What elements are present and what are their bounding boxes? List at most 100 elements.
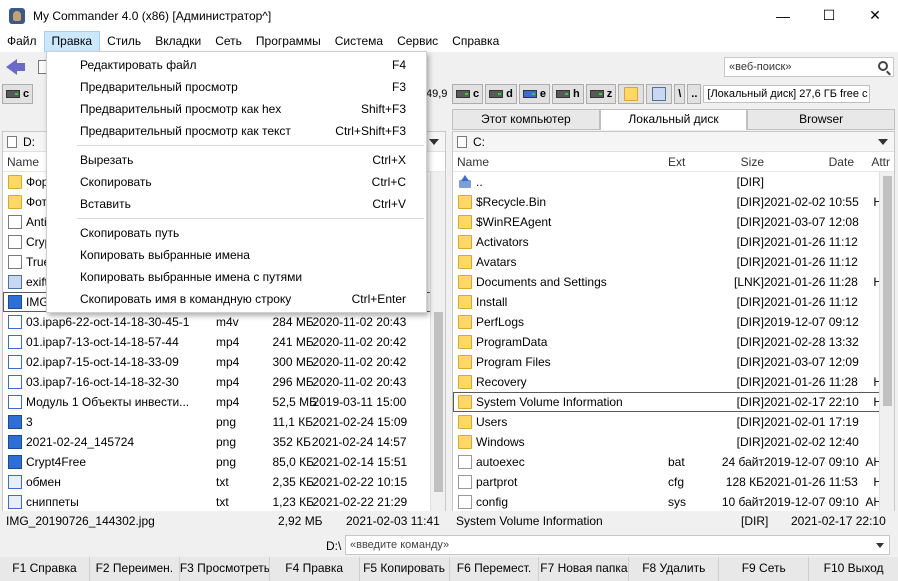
f2-rename-button[interactable]: F2 Переимен. — [89, 557, 179, 581]
column-attr[interactable]: Attr — [854, 155, 894, 169]
f10-exit-button[interactable]: F10 Выход — [809, 557, 898, 581]
folder-icon — [458, 375, 472, 389]
menu-help[interactable]: Справка — [445, 31, 506, 52]
f9-network-button[interactable]: F9 Сеть — [719, 557, 809, 581]
right-scrollbar[interactable] — [879, 172, 894, 512]
parent-button[interactable]: .. — [687, 84, 702, 104]
table-row[interactable]: $Recycle.Bin[DIR]2021-02-02 10:55HS — [453, 192, 894, 212]
menu-tabs[interactable]: Вкладки — [148, 31, 208, 52]
menu-item-paste[interactable]: Вставить Ctrl+V — [47, 193, 426, 215]
menu-item-copy[interactable]: Скопировать Ctrl+C — [47, 171, 426, 193]
menu-item-copy-path[interactable]: Скопировать путь — [47, 222, 426, 244]
menu-item-preview-hex[interactable]: Предварительный просмотр как hex Shift+F3 — [47, 98, 426, 120]
tab-browser[interactable]: Browser — [747, 109, 896, 130]
network-button[interactable] — [646, 84, 673, 104]
menu-style[interactable]: Стиль — [100, 31, 148, 52]
table-row[interactable]: 02.ipap7-15-oct-14-18-33-09 mp4 300 МБ 2020… — [3, 352, 445, 372]
table-row[interactable]: Documents and Settings [LNK] 2021-01-26 11… — [453, 272, 894, 292]
table-row[interactable]: 2021-02-24_145724 png 352 КБ 2021-02-24 14:… — [3, 432, 445, 452]
scrollbar-thumb[interactable] — [434, 312, 443, 492]
back-arrow-icon[interactable] — [6, 58, 26, 76]
f5-copy-button[interactable]: F5 Копировать — [359, 557, 449, 581]
table-row[interactable]: сниппетыtxt1,23 КБ2021-02-22 21:29A — [3, 492, 445, 512]
column-name[interactable]: Name — [3, 155, 39, 169]
minimize-button[interactable]: — — [760, 0, 806, 31]
table-row[interactable]: Program Files[DIR]2021-03-07 12:09R — [453, 352, 894, 372]
table-row[interactable]: config sys 10 байт 2019-12-07 09:10 AHS — [453, 492, 894, 512]
column-name[interactable]: Name — [453, 155, 668, 169]
column-size[interactable]: Size — [704, 155, 764, 169]
table-row[interactable]: $WinREAgent[DIR]2021-03-07 12:08H — [453, 212, 894, 232]
f4-edit-button[interactable]: F4 Правка — [269, 557, 359, 581]
menu-network[interactable]: Сеть — [208, 31, 249, 52]
root-button[interactable]: \ — [674, 84, 686, 104]
table-row-selected[interactable]: System Volume Information [DIR] 2021-02-17… — [453, 392, 894, 412]
table-row[interactable]: Recovery[DIR]2021-01-26 11:28HS — [453, 372, 894, 392]
folder-button[interactable] — [618, 84, 645, 104]
text-file-icon — [8, 495, 22, 509]
right-path[interactable]: C: — [453, 132, 894, 152]
app-icon — [9, 7, 25, 24]
search-icon[interactable] — [878, 61, 888, 71]
f6-move-button[interactable]: F6 Перемест. — [449, 557, 539, 581]
file-icon — [8, 255, 22, 269]
table-row[interactable]: Windows [DIR] 2021-02-02 12:40 — [453, 432, 894, 452]
menu-file[interactable]: Файл — [0, 31, 44, 52]
drive-h[interactable]: h — [551, 84, 584, 104]
chevron-down-icon[interactable] — [878, 139, 888, 145]
left-scrollbar[interactable] — [430, 172, 445, 512]
menu-item-edit-file[interactable]: Редактировать файл F4 — [47, 54, 426, 76]
drive-info: [Локальный диск] 27,6 ГБ free c — [703, 85, 871, 103]
drive-c[interactable]: c — [452, 84, 484, 104]
table-row[interactable]: Activators [DIR] 2021-01-26 11:12 — [453, 232, 894, 252]
left-drive-c[interactable]: c — [2, 84, 34, 104]
f1-help-button[interactable]: F1 Справка — [0, 557, 89, 581]
menu-item-copy-names-paths[interactable]: Копировать выбранные имена с путями — [47, 266, 426, 288]
table-row[interactable]: Install [DIR] 2021-01-26 11:12 — [453, 292, 894, 312]
table-row[interactable]: 03.ipap7-16-oct-14-18-32-30 mp4 296 МБ 2020… — [3, 372, 445, 392]
menu-item-preview-text[interactable]: Предварительный просмотр как текст Ctrl+S… — [47, 120, 426, 142]
drive-d[interactable]: d — [485, 84, 517, 104]
f3-view-button[interactable]: F3 Просмотреть — [179, 557, 269, 581]
f8-delete-button[interactable]: F8 Удалить — [629, 557, 719, 581]
table-row[interactable]: Модуль 1 Объекты инвести... mp4 52,5 МБ 201… — [3, 392, 445, 412]
table-row[interactable]: autoexec bat 24 байт 2019-12-07 09:10 AHS — [453, 452, 894, 472]
drive-e[interactable]: e — [518, 84, 550, 104]
command-input[interactable]: «введите команду» — [345, 535, 890, 555]
web-search-input[interactable]: «веб-поиск» — [724, 57, 894, 77]
drive-z[interactable]: z — [585, 84, 617, 104]
tab-local-disk[interactable]: Локальный диск — [599, 109, 748, 130]
table-row[interactable]: .. [DIR] — [453, 172, 894, 192]
column-date[interactable]: Date — [764, 155, 854, 169]
left-status: IMG_20190726_144302.jpg 2,92 МБ 2021-02-… — [2, 511, 446, 531]
table-row[interactable]: 3png11,1 КБ2021-02-24 15:09A — [3, 412, 445, 432]
table-row[interactable]: Users[DIR]2021-02-01 17:19R — [453, 412, 894, 432]
f7-new-folder-button[interactable]: F7 Новая папка — [539, 557, 629, 581]
menu-system[interactable]: Система — [328, 31, 390, 52]
menu-programs[interactable]: Программы — [249, 31, 328, 52]
menu-item-copy-names[interactable]: Копировать выбранные имена — [47, 244, 426, 266]
menu-item-cut[interactable]: Вырезать Ctrl+X — [47, 149, 426, 171]
table-row[interactable]: Crypt4Freepng85,0 КБ2021-02-14 15:51A — [3, 452, 445, 472]
menu-item-copy-to-cmd[interactable]: Скопировать имя в командную строку Ctrl+E… — [47, 288, 426, 310]
table-row[interactable]: 01.ipap7-13-oct-14-18-57-44 mp4 241 МБ 2020… — [3, 332, 445, 352]
column-ext[interactable]: Ext — [668, 155, 704, 169]
scrollbar-thumb[interactable] — [883, 176, 892, 406]
table-row[interactable]: PerfLogs [DIR] 2019-12-07 09:12 — [453, 312, 894, 332]
chevron-down-icon[interactable] — [429, 139, 439, 145]
menu-service[interactable]: Сервис — [390, 31, 445, 52]
table-row[interactable]: partprotcfg128 КБ2021-01-26 11:53HS — [453, 472, 894, 492]
chevron-down-icon[interactable] — [876, 543, 884, 548]
table-row[interactable]: ProgramData[DIR]2021-02-28 13:32H — [453, 332, 894, 352]
close-button[interactable]: ✕ — [852, 0, 898, 31]
menu-item-preview[interactable]: Предварительный просмотр F3 — [47, 76, 426, 98]
window-title: My Commander 4.0 (x86) [Администратор^] — [33, 8, 272, 23]
table-row[interactable]: Avatars [DIR] 2021-01-26 11:12 — [453, 252, 894, 272]
right-status: System Volume Information [DIR] 2021-02-… — [452, 511, 895, 531]
tab-this-pc[interactable]: Этот компьютер — [452, 109, 600, 130]
table-row[interactable]: обменtxt2,35 КБ2021-02-22 10:15A — [3, 472, 445, 492]
table-row[interactable]: 03.ipap6-22-oct-14-18-30-45-1 m4v 284 МБ 20… — [3, 312, 445, 332]
drive-icon — [456, 90, 470, 98]
maximize-button[interactable]: ☐ — [806, 0, 852, 31]
menu-edit[interactable]: Правка — [43, 31, 101, 52]
